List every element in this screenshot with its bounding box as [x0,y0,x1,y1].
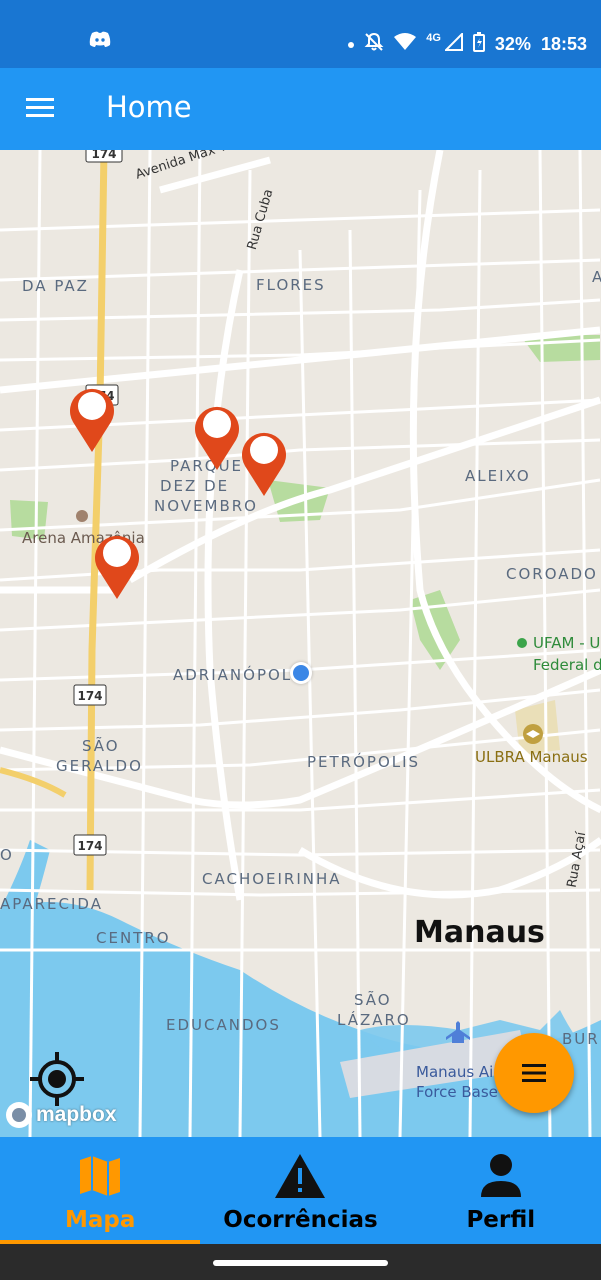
map-canvas: 174 174 174 174 [0,150,601,1137]
bottom-navigation: Mapa Ocorrências Perfil [0,1137,601,1244]
poi-ufam-2: Federal d [533,656,601,674]
svg-text:174: 174 [77,839,102,853]
mapbox-wordmark: mapbox [36,1103,117,1126]
status-icons: 4G 32% 18:53 [348,31,587,57]
label-sao-geraldo-1: SÃO [82,737,120,755]
warning-icon [272,1151,328,1201]
nav-label-ocorrencias: Ocorrências [223,1207,378,1233]
svg-text:174: 174 [91,150,116,161]
mapbox-logo[interactable]: mapbox [6,1102,117,1128]
mapbox-icon [6,1102,32,1128]
signal-icon [443,31,463,56]
system-navigation-bar [0,1244,601,1280]
poi-ulbra: ULBRA Manaus [475,748,588,766]
occurrence-pin[interactable] [90,529,144,601]
label-parque-dez-3: NOVEMBRO [154,497,258,515]
nav-item-mapa[interactable]: Mapa [0,1137,201,1244]
label-cachoeirinha: CACHOEIRINHA [202,870,342,888]
person-icon [473,1151,529,1201]
label-da-paz: DA PAZ [22,277,89,295]
label-aparecida: APARECIDA [0,895,103,913]
occurrence-pin[interactable] [65,382,119,454]
label-buri: BURI [562,1030,601,1048]
wifi-icon [394,33,417,56]
battery-level: 32% [494,34,531,54]
label-sao-geraldo-2: GERALDO [56,757,143,775]
mute-icon [364,32,384,57]
network-type: 4G [426,32,441,44]
occurrence-pin[interactable] [237,426,291,498]
menu-icon [522,1064,546,1082]
user-location-marker [290,662,312,684]
app-bar: Home [0,68,601,150]
map-view[interactable]: 174 174 174 174 DA PAZ FLORES PARQUE DEZ… [0,150,601,1137]
battery-icon [472,32,485,57]
home-gesture-pill[interactable] [213,1260,388,1266]
label-sao-lazaro-2: LÁZARO [337,1011,411,1029]
poi-ufam-1: UFAM - U [533,634,601,652]
poi-airforce-1: Manaus Ai [416,1063,494,1081]
menu-fab-button[interactable] [494,1033,574,1113]
label-centro: CENTRO [96,929,171,947]
clock: 18:53 [540,34,587,54]
label-parque-dez-2: DEZ DE [160,477,230,495]
nav-item-perfil[interactable]: Perfil [401,1137,601,1244]
map-icon [72,1151,128,1201]
label-educandos: EDUCANDOS [166,1016,281,1034]
nav-label-mapa: Mapa [64,1207,136,1233]
poi-airforce-2: Force Base [416,1083,498,1101]
crosshair-icon[interactable] [30,1052,84,1106]
label-o-edge: O [0,846,14,864]
svg-text:174: 174 [77,689,102,703]
label-coroado: COROADO [506,565,598,583]
discord-icon [88,30,112,53]
label-aleixo: ALEIXO [465,467,531,485]
dot-icon [348,41,355,48]
label-a-edge: A [592,268,601,286]
label-sao-lazaro-1: SÃO [354,991,392,1009]
label-flores: FLORES [256,276,326,294]
occurrence-pin[interactable] [190,400,244,472]
nav-item-ocorrencias[interactable]: Ocorrências [200,1137,400,1244]
label-city: Manaus [414,915,545,950]
label-petropolis: PETRÓPOLIS [307,753,421,771]
page-title: Home [106,90,192,124]
status-bar: 4G 32% 18:53 [0,0,601,68]
nav-label-perfil: Perfil [466,1207,536,1233]
hamburger-menu-icon[interactable] [22,92,62,126]
